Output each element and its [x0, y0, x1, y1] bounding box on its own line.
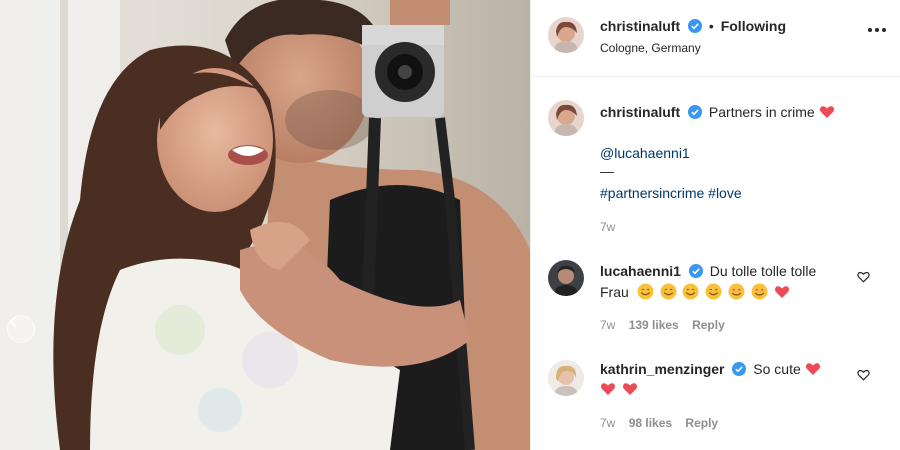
red-heart-emoji-icon	[622, 383, 637, 395]
avatar-image	[548, 17, 584, 53]
reply-button[interactable]: Reply	[692, 318, 725, 332]
comment-text: Du tolle tolle tolle	[709, 263, 817, 279]
smiling-face-emoji-icon	[660, 283, 677, 300]
red-heart-emoji-icon	[775, 286, 790, 298]
heart-outline-icon[interactable]	[857, 271, 870, 283]
reply-button[interactable]: Reply	[685, 416, 718, 430]
smiling-face-with-hearts-emoji-icon	[751, 283, 768, 300]
avatar-image	[548, 100, 584, 136]
post-photo[interactable]	[0, 0, 530, 450]
separator-dot: •	[708, 18, 714, 34]
caption-mention[interactable]: @lucahaenni1	[600, 145, 690, 161]
more-options-icon[interactable]	[868, 28, 886, 32]
carousel-prev-button[interactable]	[7, 315, 35, 343]
red-heart-emoji-icon	[805, 363, 820, 375]
comment-text: So cute	[753, 361, 801, 377]
smiling-face-emoji-icon	[683, 283, 699, 300]
author-username[interactable]: christinaluft	[600, 18, 680, 34]
post-header: christinaluft • Following Cologne, Germa…	[531, 0, 900, 77]
author-avatar[interactable]	[548, 17, 584, 53]
smiling-face-with-hearts-emoji-icon	[728, 283, 745, 300]
avatar-image	[548, 360, 584, 396]
red-heart-emoji-icon	[601, 383, 615, 395]
commenter-username[interactable]: kathrin_menzinger	[600, 361, 724, 377]
comment-timestamp[interactable]: 7w	[600, 318, 615, 332]
post-details-panel: christinaluft • Following Cologne, Germa…	[530, 0, 900, 450]
caption-timestamp[interactable]: 7w	[600, 220, 615, 234]
post-location[interactable]: Cologne, Germany	[600, 41, 701, 55]
caption-username[interactable]: christinaluft	[600, 104, 680, 120]
caption-separator: —	[600, 163, 614, 179]
smiling-face-emoji-icon	[705, 283, 722, 300]
caption-text: Partners in crime	[708, 104, 815, 120]
verified-badge-icon	[688, 105, 703, 119]
heart-outline-icon[interactable]	[857, 369, 870, 381]
verified-badge-icon	[688, 19, 703, 33]
caption-author-avatar[interactable]	[548, 100, 584, 136]
chevron-left-icon	[9, 316, 17, 328]
smiling-face-emoji-icon	[637, 283, 654, 300]
red-heart-emoji-icon	[819, 106, 834, 118]
commenter-avatar[interactable]	[548, 260, 584, 296]
commenter-username[interactable]: lucahaenni1	[600, 263, 681, 279]
commenter-avatar[interactable]	[548, 360, 584, 396]
avatar-image	[548, 260, 584, 296]
comment-timestamp[interactable]: 7w	[600, 416, 615, 430]
comment-likes[interactable]: 139 likes	[629, 318, 679, 332]
post-image	[0, 0, 530, 450]
caption-hashtags[interactable]: #partnersincrime #love	[600, 185, 742, 201]
comment-text-continued: Frau	[600, 284, 629, 300]
following-button[interactable]: Following	[721, 18, 786, 34]
comment-likes[interactable]: 98 likes	[629, 416, 672, 430]
verified-badge-icon	[732, 362, 747, 376]
verified-badge-icon	[688, 264, 703, 278]
